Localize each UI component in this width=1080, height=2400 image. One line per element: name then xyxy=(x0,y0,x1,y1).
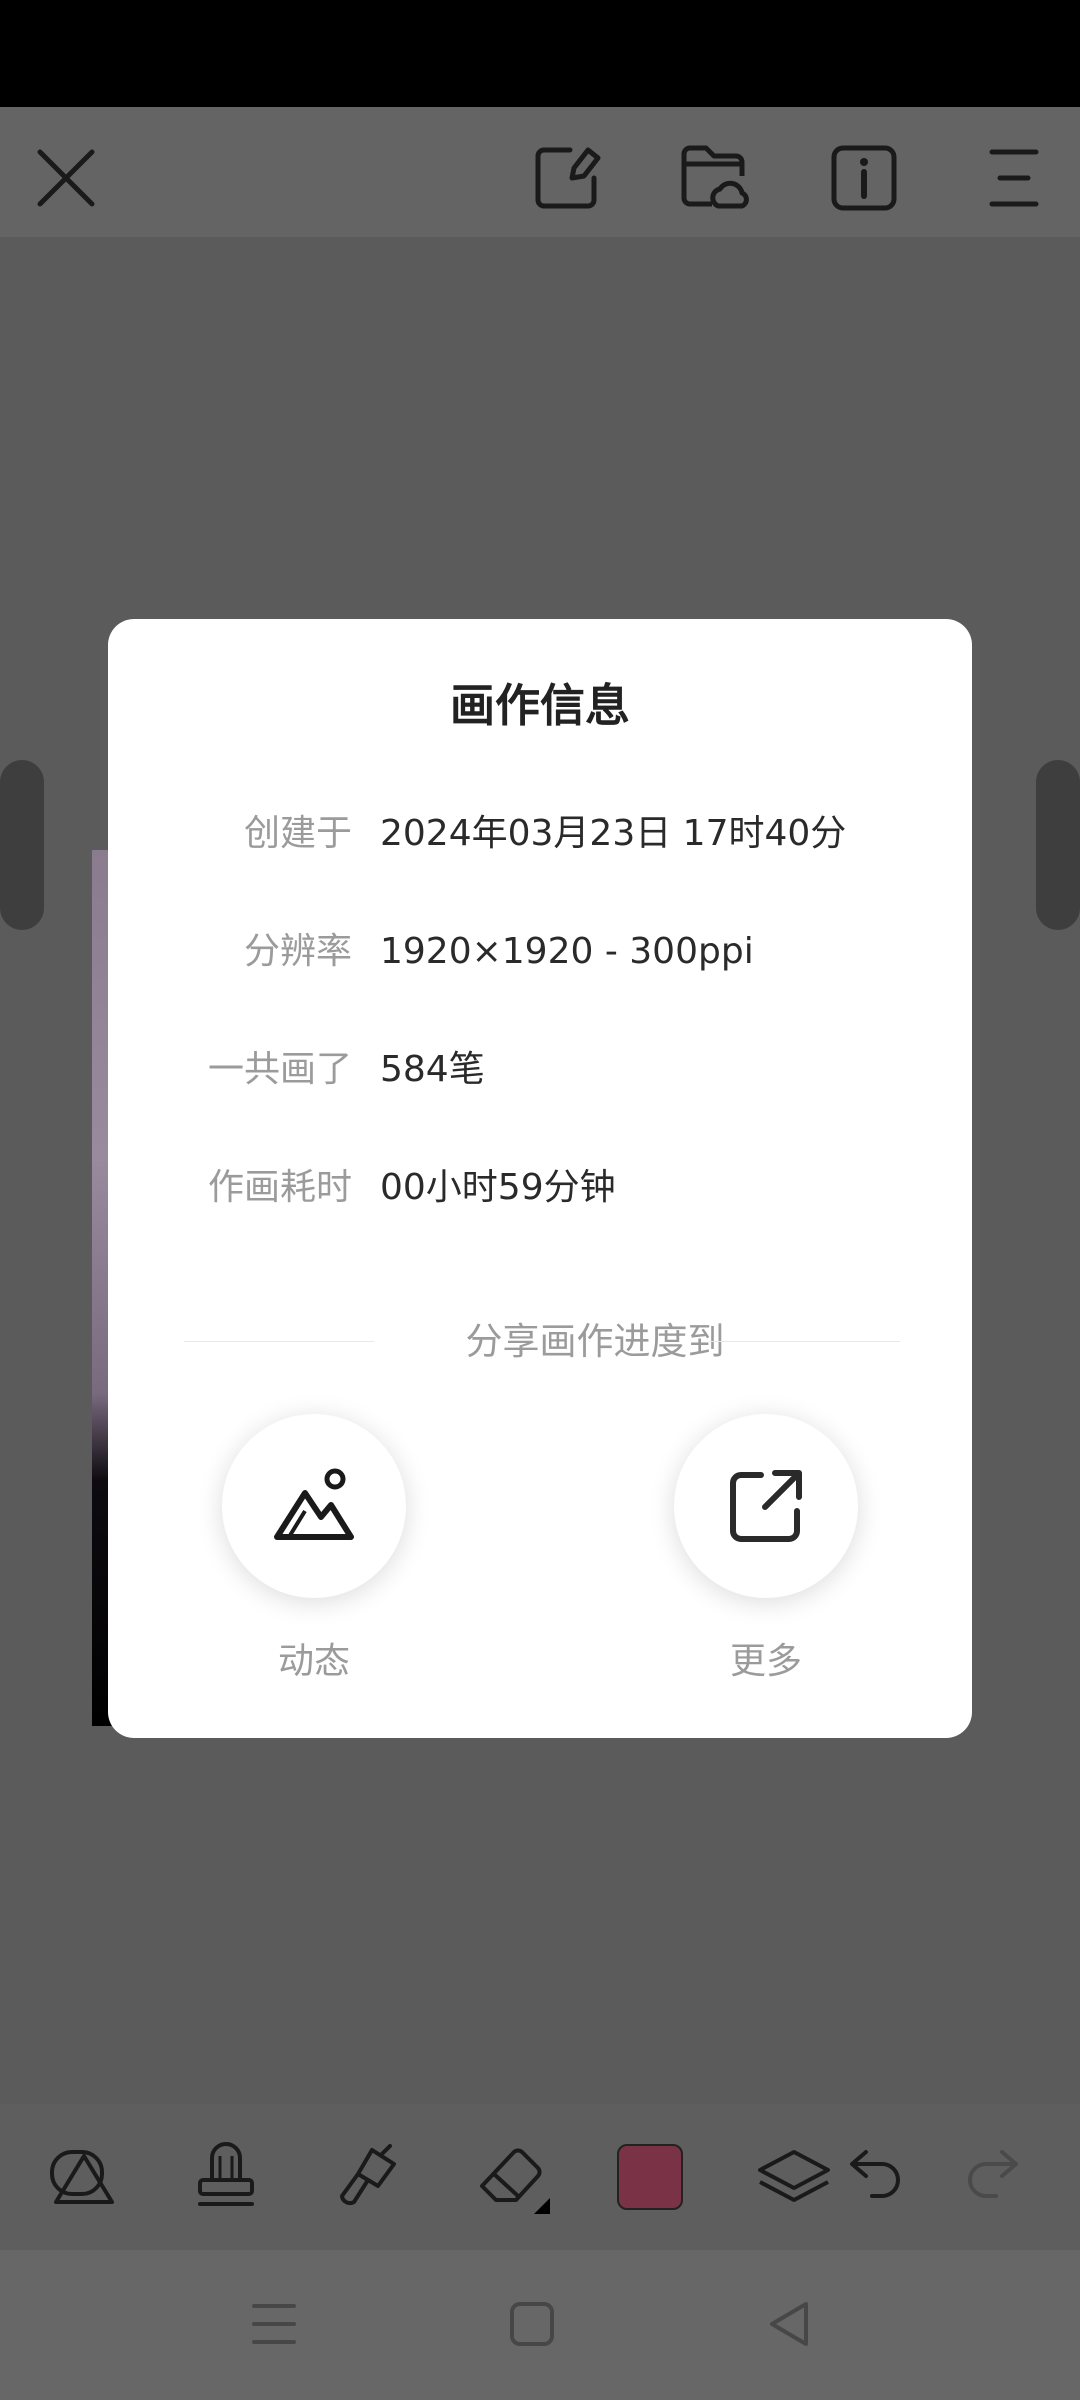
info-label: 分辨率 xyxy=(243,931,352,972)
gallery-edit-icon[interactable] xyxy=(530,142,602,214)
share-divider: 分享画作进度到 xyxy=(184,1317,1006,1367)
eraser-icon[interactable] xyxy=(468,2134,552,2218)
brush-icon[interactable] xyxy=(324,2134,408,2218)
info-value: 1920×1920 - 300ppi xyxy=(380,931,754,972)
info-label: 一共画了 xyxy=(207,1049,352,1090)
artwork-info-dialog: 画作信息 创建于 2024年03月23日 17时40分 分辨率 1920×192… xyxy=(108,619,972,1738)
recent-apps-icon[interactable] xyxy=(246,2296,302,2352)
mountain-image-icon xyxy=(274,1468,354,1540)
undo-icon[interactable] xyxy=(826,2134,910,2218)
info-value: 00小时59分钟 xyxy=(380,1167,616,1208)
home-icon[interactable] xyxy=(504,2296,560,2352)
right-slider-handle[interactable] xyxy=(1036,760,1080,930)
layers-icon[interactable] xyxy=(752,2134,836,2218)
divider-line xyxy=(710,1341,900,1342)
external-share-icon xyxy=(730,1470,802,1542)
info-row-resolution: 分辨率 1920×1920 - 300ppi xyxy=(108,922,972,982)
cloud-folder-icon[interactable] xyxy=(678,142,750,214)
stamp-icon[interactable] xyxy=(184,2134,268,2218)
info-label: 创建于 xyxy=(243,813,352,854)
status-bar xyxy=(0,0,1080,107)
close-icon[interactable] xyxy=(30,142,102,214)
info-value: 584笔 xyxy=(380,1049,485,1090)
top-toolbar xyxy=(0,107,1080,237)
menu-icon[interactable] xyxy=(978,142,1050,214)
share-more-label: 更多 xyxy=(729,1641,802,1682)
info-label: 作画耗时 xyxy=(207,1167,352,1208)
share-heading: 分享画作进度到 xyxy=(465,1320,725,1363)
left-slider-handle[interactable] xyxy=(0,760,44,930)
share-moments-label: 动态 xyxy=(277,1641,350,1682)
color-swatch[interactable] xyxy=(617,2144,683,2210)
back-icon[interactable] xyxy=(762,2296,818,2352)
info-value: 2024年03月23日 17时40分 xyxy=(380,813,847,854)
info-row-created: 创建于 2024年03月23日 17时40分 xyxy=(108,804,972,864)
info-row-strokes: 一共画了 584笔 xyxy=(108,1040,972,1100)
shapes-icon[interactable] xyxy=(42,2134,126,2218)
dialog-title: 画作信息 xyxy=(449,679,630,732)
share-moments-button[interactable] xyxy=(222,1414,406,1598)
system-nav-bar xyxy=(0,2250,1080,2400)
info-row-duration: 作画耗时 00小时59分钟 xyxy=(108,1158,972,1218)
redo-icon[interactable] xyxy=(958,2134,1042,2218)
info-icon[interactable] xyxy=(828,142,900,214)
bottom-toolbar xyxy=(0,2104,1080,2250)
share-more-button[interactable] xyxy=(674,1414,858,1598)
